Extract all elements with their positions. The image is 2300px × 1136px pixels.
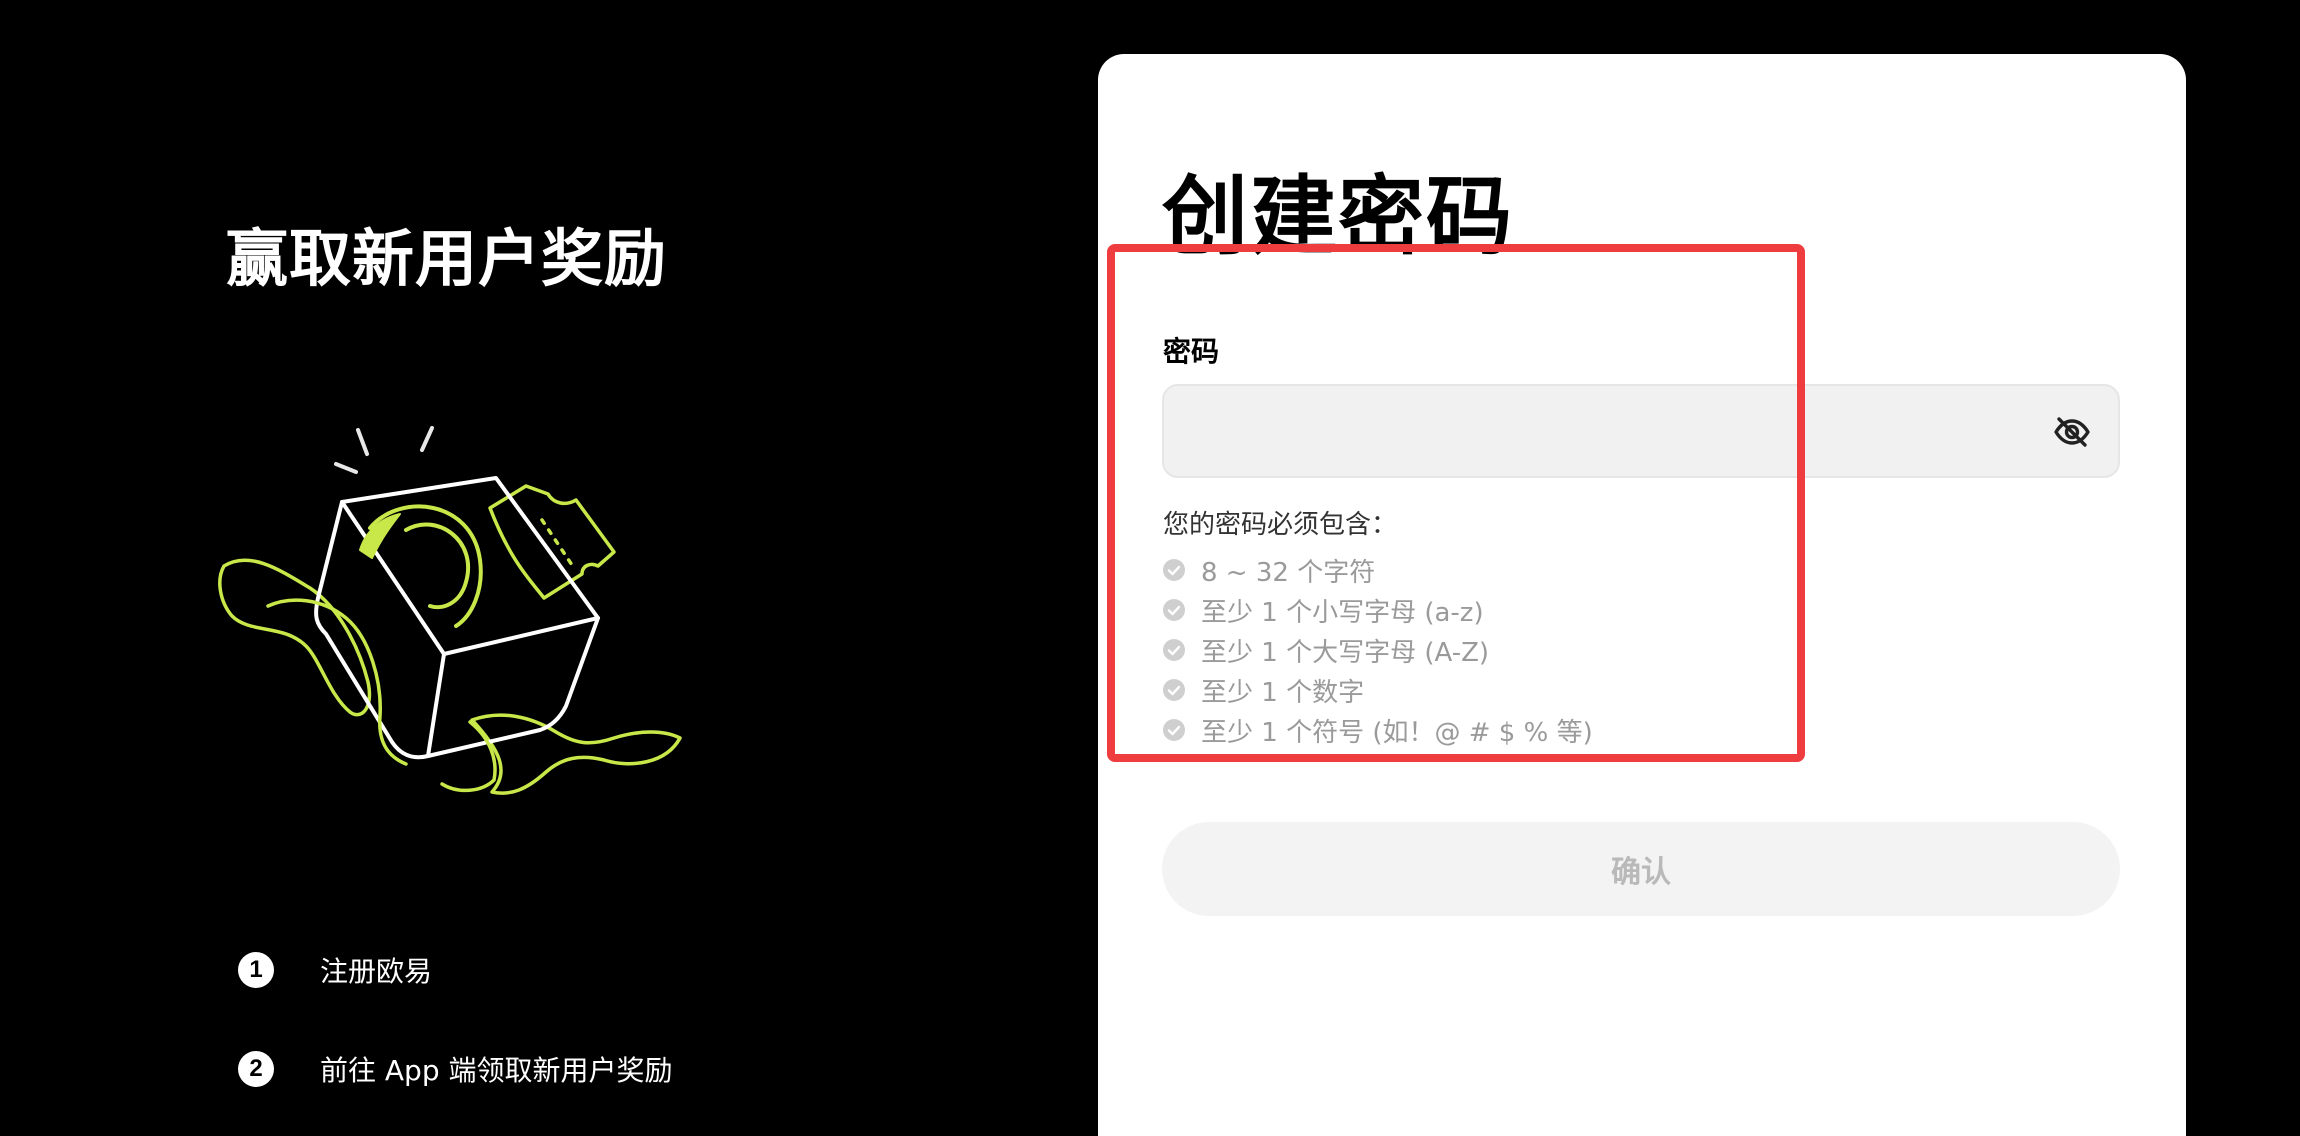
create-password-card: 创建密码 密码 您的密码必须包含： 8 ~ 32 个字符 至少 1 个小写字母 … [1098, 54, 2186, 1136]
eye-off-icon[interactable] [2052, 412, 2092, 452]
requirement-text: 8 ~ 32 个字符 [1201, 557, 1376, 588]
check-circle-icon [1163, 719, 1185, 741]
page: 赢取新用户奖励 1 注册欧易 2 前往 App 端领取新用户奖励 创建密码 密码… [0, 0, 2300, 1136]
step-register: 1 注册欧易 [238, 950, 432, 990]
password-field [1162, 384, 2120, 478]
password-input[interactable] [1164, 386, 2024, 476]
promo-title: 赢取新用户奖励 [226, 222, 668, 295]
requirement-text: 至少 1 个大写字母 (A-Z) [1201, 637, 1490, 668]
step-number-badge: 1 [238, 952, 274, 988]
password-requirements-list: 8 ~ 32 个字符 至少 1 个小写字母 (a-z) 至少 1 个大写字母 (… [1162, 550, 1593, 750]
requirement-text: 至少 1 个小写字母 (a-z) [1201, 597, 1484, 628]
check-circle-icon [1163, 559, 1185, 581]
requirement-text: 至少 1 个数字 [1201, 677, 1365, 708]
check-circle-icon [1163, 679, 1185, 701]
step-number-badge: 2 [238, 1051, 274, 1087]
page-title: 创建密码 [1162, 167, 1514, 267]
step-text: 注册欧易 [320, 955, 433, 988]
requirements-heading: 您的密码必须包含： [1163, 510, 1398, 540]
gift-box-icon [218, 426, 682, 795]
confirm-button[interactable]: 确认 [1162, 822, 2120, 916]
requirement-item: 8 ~ 32 个字符 [1162, 550, 1593, 590]
requirement-item: 至少 1 个符号 (如！@ # $ % 等) [1162, 710, 1593, 750]
requirement-item: 至少 1 个大写字母 (A-Z) [1162, 630, 1593, 670]
requirement-item: 至少 1 个数字 [1162, 670, 1593, 710]
requirement-item: 至少 1 个小写字母 (a-z) [1162, 590, 1593, 630]
check-circle-icon [1163, 639, 1185, 661]
password-label: 密码 [1163, 335, 1220, 368]
check-circle-icon [1163, 599, 1185, 621]
step-claim-reward: 2 前往 App 端领取新用户奖励 [238, 1049, 673, 1089]
step-text: 前往 App 端领取新用户奖励 [320, 1054, 673, 1087]
requirement-text: 至少 1 个符号 (如！@ # $ % 等) [1201, 717, 1593, 748]
